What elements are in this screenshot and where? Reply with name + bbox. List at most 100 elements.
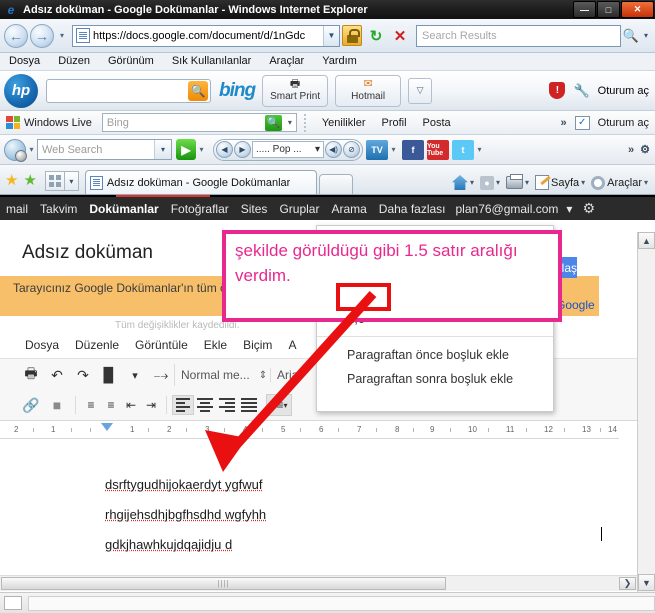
ie-search-box[interactable]: Search Results [416,24,621,47]
browser-scroll-up-icon[interactable]: ▲ [638,232,655,249]
document-horizontal-scrollbar[interactable]: |||| ❯ [0,575,637,591]
paragraph-style-select[interactable]: Normal me... [174,364,256,386]
gbar-arama[interactable]: Arama [325,202,372,216]
home-button[interactable]: ▾ [450,175,476,190]
gbar-gruplar[interactable]: Gruplar [273,202,325,216]
menu-araclar[interactable]: Araçlar [260,53,313,70]
hp-search-icon[interactable]: 🔍 [188,80,208,101]
quick-tabs-icon[interactable] [44,171,65,191]
search-provider-dropdown-icon[interactable]: ▾ [641,31,651,40]
format-dropdown-icon[interactable]: ▾ [122,363,148,387]
numbered-list-icon[interactable]: ≡ [81,396,101,414]
document-ruler[interactable]: 2 1 1 2 3 4 5 6 7 8 9 10 11 12 13 14 [0,421,619,439]
search-icon[interactable]: 🔍 [621,26,641,46]
security-shield-icon[interactable]: ! [549,82,566,99]
document-title[interactable]: Adsız doküman [22,242,153,264]
docs-menu-araclar[interactable]: A [280,338,304,352]
tools-menu-button[interactable]: Araçlar ▾ [589,175,650,190]
account-caret-icon[interactable]: ▾ [562,202,576,216]
add-favorite-icon[interactable]: ★ [23,171,36,189]
smart-print-button[interactable]: 🖶 Smart Print [262,74,329,107]
add-space-after-paragraph[interactable]: Paragraftan sonra boşluk ekle [317,367,553,391]
url-field[interactable]: https://docs.google.com/document/d/1nGdc… [72,24,340,47]
align-justify-icon[interactable] [238,395,260,415]
mute-icon[interactable]: ⊘ [343,141,360,158]
indent-marker[interactable] [101,423,113,431]
hp-overflow-icon[interactable]: ▽ [408,77,433,104]
browser-tab[interactable]: Adsız doküman - Google Dokümanlar [84,170,317,194]
facebook-icon[interactable]: f [402,139,424,160]
minimize-button[interactable]: — [573,1,596,18]
docs-menu-dosya[interactable]: Dosya [17,338,67,352]
feeds-caret[interactable]: ▾ [496,178,500,187]
media-prev-icon[interactable]: ◀ [216,141,233,158]
wl-search-dropdown-icon[interactable]: ▾ [284,118,296,127]
tools-caret[interactable]: ▾ [644,178,648,187]
refresh-icon[interactable]: ↻ [365,25,387,47]
stop-icon[interactable]: ✕ [389,25,411,47]
tv-icon[interactable]: TV [366,139,388,160]
new-tab-button[interactable] [318,174,353,194]
hotmail-button[interactable]: ✉ Hotmail [335,74,402,107]
checkbox-icon[interactable]: ✓ [574,115,590,130]
align-center-icon[interactable] [194,395,216,415]
line-spacing-icon[interactable]: ↕≡ ▾ [266,394,292,416]
home-caret[interactable]: ▾ [470,178,474,187]
redo-icon[interactable]: ↷ [70,363,96,387]
docs-menu-duzenle[interactable]: Düzenle [67,338,127,352]
style-stepper-icon[interactable]: ⇕ [256,370,270,381]
settings-gear-icon[interactable]: ⚙ [576,200,601,217]
gbar-takvim[interactable]: Takvim [34,202,83,216]
volume-icon[interactable]: ◀) [325,141,342,158]
image-icon[interactable]: ■ [44,393,70,417]
docs-menu-ekle[interactable]: Ekle [196,338,235,352]
wl-link-posta[interactable]: Posta [415,117,459,129]
link-icon[interactable]: 🔗 [18,393,44,417]
print-icon[interactable]: 🖶 [18,363,44,387]
go-dropdown-icon[interactable]: ▾ [196,145,207,154]
wrench-icon[interactable]: 🔧 [573,83,589,99]
wl-overflow-icon[interactable]: » [561,117,567,129]
feeds-button[interactable]: ● ▾ [478,175,502,190]
gbar-fotograflar[interactable]: Fotoğraflar [165,202,235,216]
hp-search-input[interactable]: 🔍 [46,78,211,103]
quick-tabs-dropdown-icon[interactable]: ▾ [64,171,79,191]
undo-icon[interactable]: ↶ [44,363,70,387]
wl-search-icon[interactable]: 🔍 [264,114,282,131]
social-dropdown-icon[interactable]: ▾ [474,145,485,154]
back-button[interactable]: ← [4,23,28,48]
clear-format-icon[interactable]: ⤍ [148,363,174,387]
indent-decrease-icon[interactable]: ⇤ [121,396,141,414]
tv-dropdown-icon[interactable]: ▾ [388,145,399,154]
add-space-before-paragraph[interactable]: Paragraftan önce boşluk ekle [317,343,553,367]
align-right-icon[interactable] [216,395,238,415]
media-overflow-icon[interactable]: » [628,144,634,156]
print-button[interactable]: ▾ [504,174,531,189]
wl-signin-link[interactable]: Oturum aç [598,117,649,129]
close-button[interactable]: ✕ [621,1,654,18]
browser-scroll-down-icon[interactable]: ▼ [638,574,655,591]
media-toolbar-dropdown-icon[interactable]: ▾ [26,145,37,154]
print-caret[interactable]: ▾ [525,178,529,187]
menu-yardim[interactable]: Yardım [313,53,366,70]
forward-button[interactable]: → [30,23,54,48]
docs-menu-goruntule[interactable]: Görüntüle [127,338,196,352]
media-station-select[interactable]: ..... Pop ... ▾ [252,141,324,158]
account-email[interactable]: plan76@gmail.com [452,202,563,216]
maximize-button[interactable]: □ [597,1,620,18]
go-button[interactable]: ▶ [176,139,196,160]
bulleted-list-icon[interactable]: ≡ [101,396,121,414]
url-dropdown-icon[interactable]: ▼ [323,25,339,46]
docs-menu-bicim[interactable]: Biçim [235,338,280,352]
gbar-dokumanlar[interactable]: Dokümanlar [83,202,164,216]
gbar-sites[interactable]: Sites [235,202,274,216]
menu-sik-kullanilanlar[interactable]: Sık Kullanılanlar [163,53,261,70]
gbar-daha-fazlasi[interactable]: Daha fazlası [373,202,452,216]
hp-signin-link[interactable]: Oturum aç [598,85,649,97]
indent-increase-icon[interactable]: ⇥ [141,396,161,414]
page-menu-button[interactable]: Sayfa ▾ [533,175,587,190]
browser-vertical-scrollbar[interactable]: ▲ ▼ [637,232,655,613]
media-next-icon[interactable]: ▶ [234,141,251,158]
wl-link-yenilikler[interactable]: Yenilikler [314,117,374,129]
page-caret[interactable]: ▾ [581,178,585,187]
